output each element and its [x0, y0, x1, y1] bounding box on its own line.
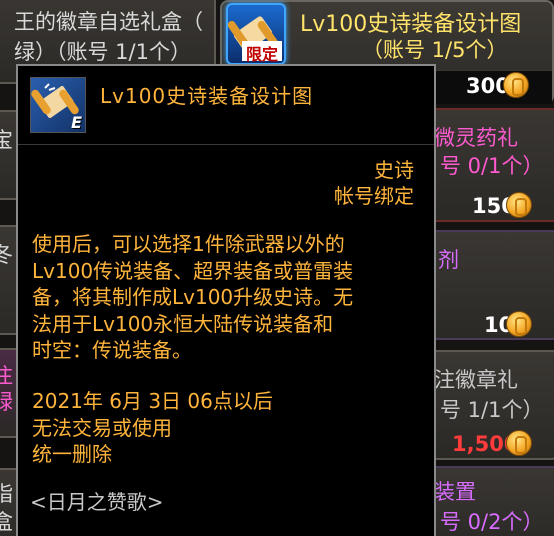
shop-item-fragment: 冬: [0, 239, 13, 269]
item-set-name: <日月之赞歌>: [30, 490, 164, 514]
shop-item-name: 剂: [438, 248, 459, 272]
expiry-note: 无法交易或使用: [32, 415, 172, 440]
shop-item-name: 装置: [434, 480, 476, 504]
epic-letter: E: [71, 113, 82, 132]
shop-item-name: 王的徽章自选礼盒（: [14, 10, 203, 34]
shop-item-fragment: 盒: [0, 506, 13, 536]
shop-item-name: 微灵药礼: [434, 126, 518, 150]
shop-item-limit: 号 0/2个）: [440, 510, 544, 534]
item-expiry: 2021年 6月 3日 06点以后 无法交易或使用 统一删除: [32, 388, 422, 468]
expiry-date: 2021年 6月 3日 06点以后: [32, 389, 273, 413]
coin-icon: [506, 192, 532, 218]
shop-item-fragment: 指: [0, 478, 13, 508]
item-description: 使用后，可以选择1件除武器以外的 Lv100传说装备、超界装备或普雷装 备，将其…: [32, 232, 354, 362]
item-bind-type: 帐号绑定: [334, 184, 414, 208]
coin-icon: [503, 72, 529, 98]
divider: [18, 144, 434, 145]
item-rarity: 史诗: [374, 158, 414, 182]
featured-item-icon[interactable]: 限定: [226, 3, 286, 65]
expiry-note: 统一删除: [32, 442, 112, 466]
coin-icon: [506, 430, 532, 456]
shop-item-right-4[interactable]: 装置 号 0/2个）: [420, 466, 554, 536]
shop-item-fragment: 绿: [0, 386, 13, 416]
shop-item-limit: 号 0/1个）: [440, 154, 544, 178]
shop-item-name: 注徽章礼: [434, 368, 518, 392]
featured-item-limit: （账号 1/5个）: [362, 38, 508, 62]
limited-badge: 限定: [246, 45, 279, 64]
shop-item-limit: 绿）（账号 1/1个）: [14, 40, 191, 64]
shop-item-limit: 号 1/1个）: [440, 398, 544, 422]
item-title: Lv100史诗装备设计图: [100, 84, 314, 108]
item-tooltip: E Lv100史诗装备设计图 史诗 帐号绑定 使用后，可以选择1件除武器以外的 …: [16, 64, 436, 536]
item-icon: E: [30, 77, 86, 133]
coin-icon: [506, 311, 532, 337]
shop-item-fragment: 宝: [0, 124, 13, 154]
